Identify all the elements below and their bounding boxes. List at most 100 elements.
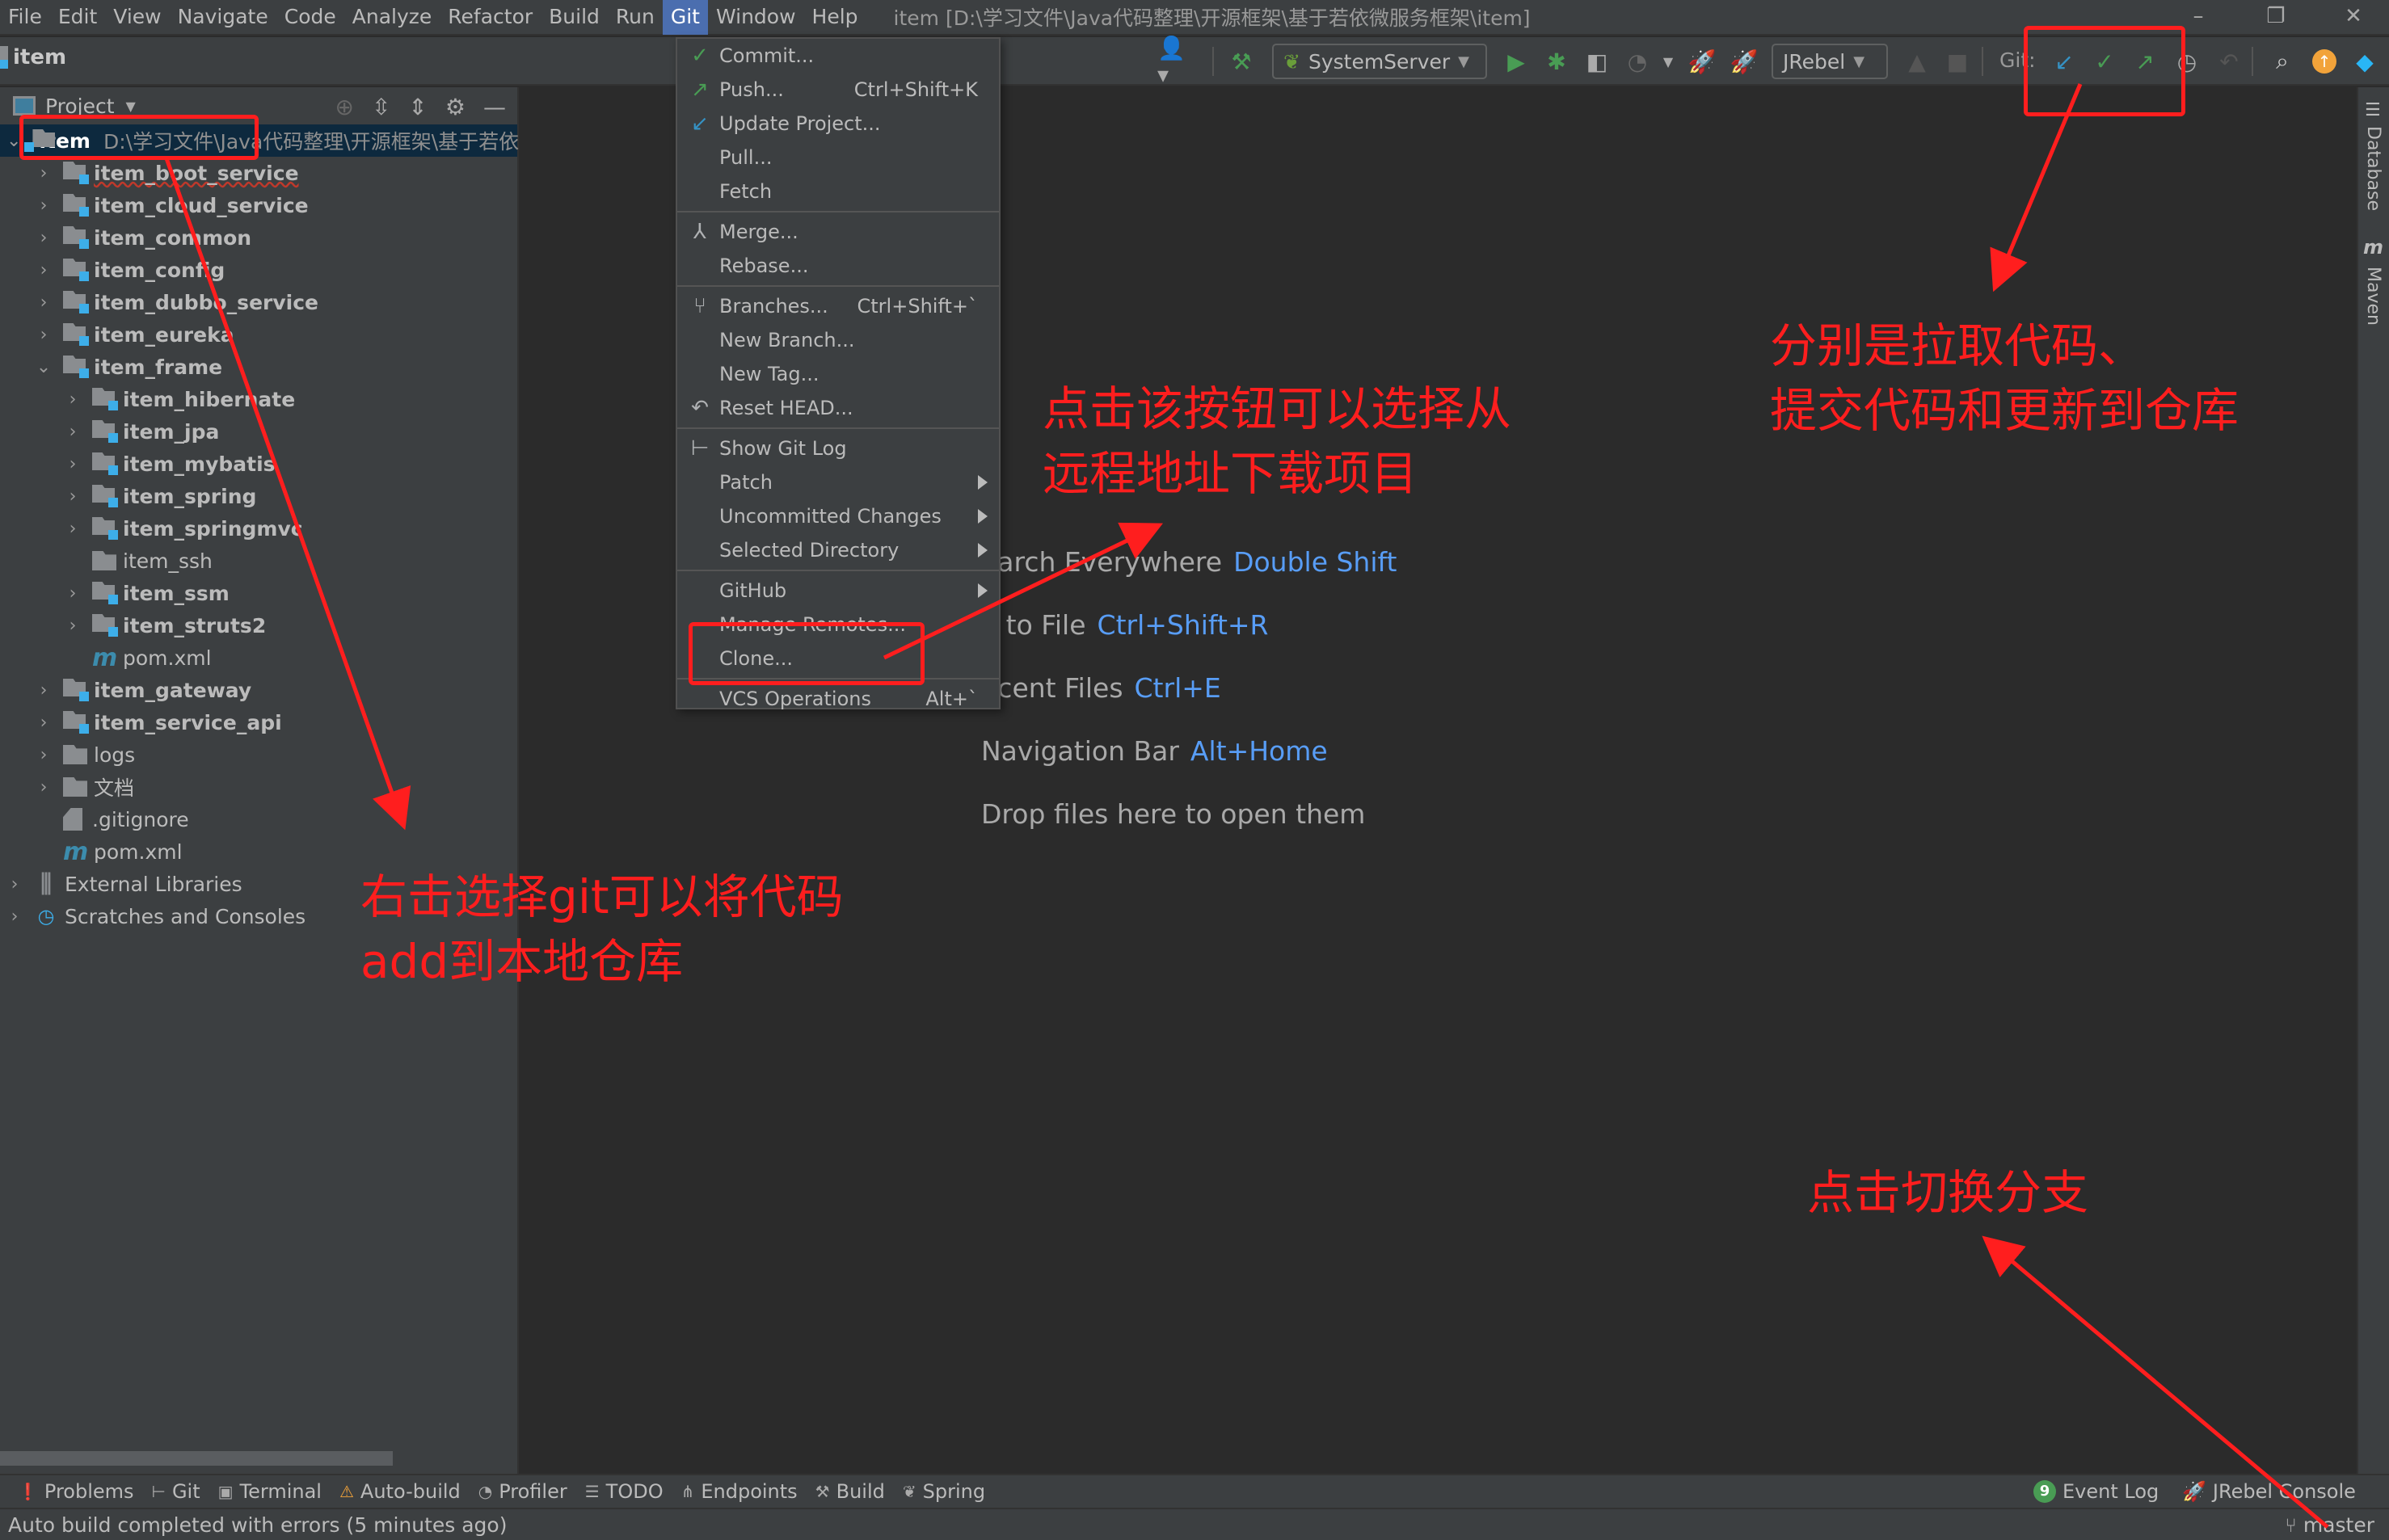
tab-database[interactable]: Database (2363, 126, 2383, 211)
collapse-all-icon[interactable]: ⇕ (408, 94, 427, 120)
chevron-down-icon[interactable]: ⌄ (36, 357, 52, 377)
menu-help[interactable]: Help (804, 0, 866, 35)
event-log-button[interactable]: 9 Event Log (2033, 1480, 2159, 1503)
tool-window-spring[interactable]: ❦ Spring (903, 1480, 985, 1503)
hide-icon[interactable]: — (483, 94, 506, 120)
git-menu-item-uncommitted-changes[interactable]: Uncommitted Changes (677, 499, 999, 533)
menu-build[interactable]: Build (541, 0, 608, 35)
git-menu-item-show-git-log[interactable]: ⊢ Show Git Log (677, 431, 999, 465)
update-available-icon[interactable]: ↑ (2310, 47, 2339, 76)
tree-item[interactable]: › item_common (0, 221, 517, 254)
tool-window-endpoints[interactable]: ⋔ Endpoints (681, 1480, 798, 1503)
git-menu-item-commit[interactable]: ✓ Commit... (677, 39, 999, 73)
chevron-right-icon[interactable]: › (65, 454, 81, 474)
chevron-right-icon[interactable]: › (65, 486, 81, 507)
tree-item[interactable]: › item_boot_service (0, 157, 517, 189)
chevron-right-icon[interactable]: › (36, 325, 52, 345)
tree-item[interactable]: m pom.xml (0, 835, 517, 868)
jrebel-debug-icon[interactable]: 🚀 (1730, 47, 1759, 76)
tab-maven[interactable]: Maven (2363, 267, 2383, 326)
menu-code[interactable]: Code (276, 0, 344, 35)
chevron-down-icon[interactable]: ▼ (1654, 47, 1683, 76)
tree-item[interactable]: › item_cloud_service (0, 189, 517, 221)
git-menu-item-push[interactable]: ↗ Push... Ctrl+Shift+K (677, 73, 999, 107)
tree-item[interactable]: › item_eureka (0, 318, 517, 351)
menu-run[interactable]: Run (608, 0, 663, 35)
menu-view[interactable]: View (105, 0, 169, 35)
chevron-right-icon[interactable]: › (65, 583, 81, 604)
tree-item[interactable]: .gitignore (0, 803, 517, 835)
tree-item[interactable]: › item_jpa (0, 415, 517, 448)
git-menu-item-update-project[interactable]: ↙ Update Project... (677, 107, 999, 141)
git-menu-item-reset-head[interactable]: ↶ Reset HEAD... (677, 391, 999, 425)
tree-item[interactable]: › item_ssm (0, 577, 517, 609)
chevron-right-icon[interactable]: › (36, 260, 52, 280)
build-hammer-icon[interactable]: ⚒ (1227, 47, 1256, 76)
menu-edit[interactable]: Edit (50, 0, 105, 35)
git-menu-item-branches[interactable]: ⑂ Branches... Ctrl+Shift+` (677, 289, 999, 323)
menu-window[interactable]: Window (708, 0, 804, 35)
user-icon[interactable]: 👤▾ (1157, 35, 1186, 88)
chevron-right-icon[interactable]: › (65, 616, 81, 636)
tree-item[interactable]: › 文档 (0, 771, 517, 803)
git-menu-item-new-branch[interactable]: New Branch... (677, 323, 999, 357)
profiler-icon[interactable]: ◔ (1623, 47, 1652, 76)
chevron-right-icon[interactable]: › (36, 196, 52, 216)
breadcrumb[interactable]: item (0, 45, 66, 69)
git-menu-item-github[interactable]: GitHub (677, 574, 999, 608)
tool-window-profiler[interactable]: ◔ Profiler (478, 1480, 567, 1503)
tool-window-problems[interactable]: ❗ Problems (18, 1480, 134, 1503)
tool-window-git[interactable]: ⊢ Git (152, 1480, 200, 1503)
tool-window-build[interactable]: ⚒ Build (815, 1480, 885, 1503)
tree-item[interactable]: › item_spring (0, 480, 517, 512)
close-button[interactable]: ✕ (2321, 0, 2386, 36)
git-menu-item-new-tag[interactable]: New Tag... (677, 357, 999, 391)
chevron-right-icon[interactable]: › (36, 292, 52, 313)
tool-window-terminal[interactable]: ▣ Terminal (218, 1480, 322, 1503)
coverage-icon[interactable]: ◧ (1582, 47, 1612, 76)
git-menu-item-patch[interactable]: Patch (677, 465, 999, 499)
menu-file[interactable]: File (0, 0, 50, 35)
menu-navigate[interactable]: Navigate (170, 0, 276, 35)
git-menu-item-selected-directory[interactable]: Selected Directory (677, 533, 999, 567)
chevron-right-icon[interactable]: › (36, 713, 52, 733)
jrebel-console-button[interactable]: 🚀 JRebel Console (2182, 1480, 2356, 1503)
tree-item[interactable]: › logs (0, 738, 517, 771)
chevron-down-icon[interactable]: ▼ (126, 99, 136, 114)
chevron-right-icon[interactable]: › (36, 745, 52, 765)
git-menu-item-merge[interactable]: ⅄ Merge... (677, 215, 999, 249)
debug-icon[interactable]: ✱ (1542, 47, 1571, 76)
chevron-right-icon[interactable]: › (65, 519, 81, 539)
chevron-right-icon[interactable]: › (36, 777, 52, 797)
menu-refactor[interactable]: Refactor (440, 0, 541, 35)
restore-button[interactable]: ❐ (2244, 0, 2308, 36)
tree-item[interactable]: › item_dubbo_service (0, 286, 517, 318)
toolbox-icon[interactable]: ◆ (2350, 47, 2379, 76)
status-message[interactable]: Auto build completed with errors (5 minu… (8, 1513, 507, 1537)
tool-window-auto-build[interactable]: ⚠ Auto-build (339, 1480, 461, 1503)
run-icon[interactable]: ▶ (1502, 47, 1531, 76)
tree-item[interactable]: ⌄ item_frame (0, 351, 517, 383)
chevron-right-icon[interactable]: › (36, 228, 52, 248)
jrebel-select[interactable]: JRebel ▼ (1772, 44, 1888, 79)
branch-widget[interactable]: ⑂ master (2285, 1513, 2374, 1537)
tree-item[interactable]: › item_gateway (0, 674, 517, 706)
tool-window-todo[interactable]: ☰ TODO (585, 1480, 664, 1503)
tree-item[interactable]: item_ssh (0, 545, 517, 577)
search-icon[interactable]: ⌕ (2268, 47, 2297, 76)
menu-analyze[interactable]: Analyze (344, 0, 440, 35)
tree-item[interactable]: › item_hibernate (0, 383, 517, 415)
tree-item[interactable]: › item_springmvc (0, 512, 517, 545)
git-menu-item-fetch[interactable]: Fetch (677, 175, 999, 208)
git-menu-item-vcs-operations[interactable]: VCS Operations Alt+` (677, 682, 999, 716)
horizontal-scrollbar[interactable] (0, 1451, 393, 1466)
expand-all-icon[interactable]: ⇳ (372, 94, 390, 120)
chevron-right-icon[interactable]: › (65, 422, 81, 442)
git-menu-item-pull[interactable]: Pull... (677, 141, 999, 175)
tree-item[interactable]: m pom.xml (0, 642, 517, 674)
tree-item[interactable]: › item_config (0, 254, 517, 286)
chevron-right-icon[interactable]: › (36, 163, 52, 183)
run-config-select[interactable]: ❦ SystemServer ▼ (1272, 44, 1487, 79)
tree-item[interactable]: › item_struts2 (0, 609, 517, 642)
tree-item[interactable]: › item_service_api (0, 706, 517, 738)
